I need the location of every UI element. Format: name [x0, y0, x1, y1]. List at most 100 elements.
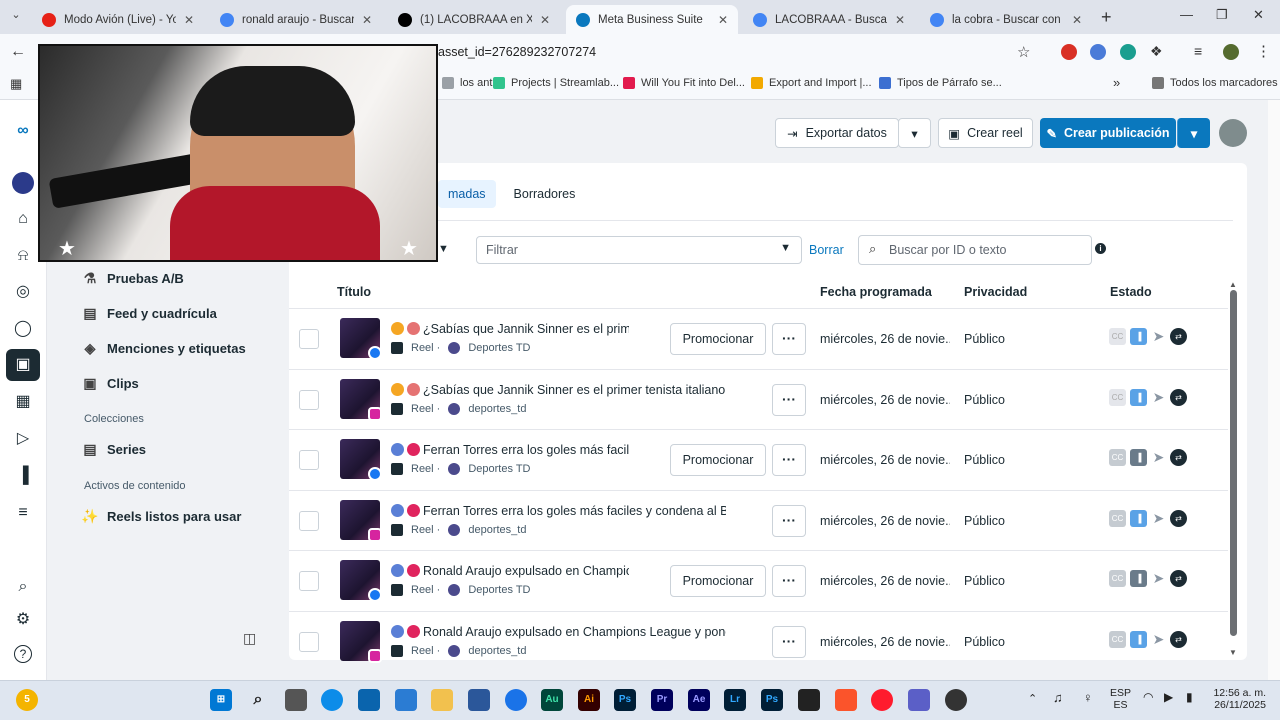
post-title[interactable]: ¿Sabías que Jannik Sinner es el primer t…: [391, 322, 629, 336]
post-title[interactable]: Ferran Torres erra los goles más faciles…: [391, 503, 726, 518]
export-data-button[interactable]: ⇥ Exportar datos: [775, 118, 899, 148]
browser-tab[interactable]: Meta Business Suite ✕: [566, 5, 738, 34]
page-scrollbar[interactable]: [1268, 100, 1280, 680]
minimize-button[interactable]: —: [1180, 7, 1193, 22]
boost-rocket-icon[interactable]: ➤: [1150, 570, 1167, 587]
more-options-button[interactable]: ···: [772, 504, 806, 537]
boost-rocket-icon[interactable]: ➤: [1150, 389, 1167, 406]
calendar-icon[interactable]: ▦: [12, 391, 34, 413]
column-header-date[interactable]: Fecha programada: [820, 285, 932, 299]
create-post-button[interactable]: ✎ Crear publicación: [1040, 118, 1176, 148]
table-row[interactable]: Ronald Araujo expulsado en Champions Le.…: [289, 550, 1228, 611]
audition-icon[interactable]: Au: [541, 689, 563, 711]
filter-dropdown[interactable]: Filtrar ▼: [476, 236, 802, 264]
notifications-bell-icon[interactable]: ⍾: [12, 245, 34, 267]
post-title[interactable]: Ferran Torres erra los goles más faciles…: [391, 443, 629, 457]
meta-logo-icon[interactable]: ∞: [12, 120, 34, 142]
captions-icon[interactable]: CC: [1109, 388, 1126, 406]
promote-button[interactable]: Promocionar: [670, 565, 766, 598]
capcut-icon[interactable]: [798, 689, 820, 711]
browser-tab[interactable]: (1) LACOBRAAA en X: "Este ✕: [388, 5, 560, 34]
row-checkbox[interactable]: [299, 329, 319, 349]
premiere-icon[interactable]: Pr: [651, 689, 673, 711]
new-tab-button[interactable]: +: [1101, 7, 1112, 28]
column-header-title[interactable]: Título: [337, 285, 371, 299]
nav-item[interactable]: ◈ Menciones y etiquetas: [81, 339, 246, 357]
inbox-chat-icon[interactable]: ◯: [12, 318, 34, 340]
insights-chart-icon[interactable]: ▐: [12, 465, 34, 487]
search-icon[interactable]: ⌕: [247, 689, 269, 711]
extension-teal-icon[interactable]: [1120, 44, 1136, 60]
close-tab-icon[interactable]: ✕: [540, 13, 550, 27]
weather-widget-icon[interactable]: 5: [16, 689, 38, 711]
nav-item[interactable]: ▣ Clips: [81, 374, 138, 392]
status-globe-icon[interactable]: ⇄: [1170, 328, 1187, 345]
audio-icon[interactable]: ▐: [1130, 509, 1147, 527]
promote-button[interactable]: Promocionar: [670, 323, 766, 355]
post-title[interactable]: Ronald Araujo expulsado en Champions Lea…: [391, 625, 726, 639]
outlook-icon[interactable]: [358, 689, 380, 711]
target-icon[interactable]: ◎: [12, 281, 34, 303]
row-checkbox[interactable]: [299, 571, 319, 592]
nav-item-series[interactable]: ▤ Series: [81, 440, 146, 458]
start-windows-icon[interactable]: ⊞: [210, 689, 232, 711]
promote-button[interactable]: Promocionar: [670, 444, 766, 477]
account-avatar-icon[interactable]: [12, 172, 34, 194]
scroll-up-arrow-icon[interactable]: ▲: [1229, 280, 1237, 289]
boost-rocket-icon[interactable]: ➤: [1150, 631, 1167, 648]
close-window-button[interactable]: ✕: [1253, 7, 1264, 23]
clear-filters-link[interactable]: Borrar: [809, 243, 844, 257]
browser-tab[interactable]: ronald araujo - Buscar con ✕: [210, 5, 382, 34]
battery-icon[interactable]: ▮: [1186, 690, 1193, 704]
help-icon[interactable]: ?: [14, 645, 32, 663]
illustrator-icon[interactable]: Ai: [578, 689, 600, 711]
chrome-icon[interactable]: [505, 689, 527, 711]
volume-icon[interactable]: ▶: [1164, 690, 1173, 704]
extensions-puzzle-icon[interactable]: ❖: [1150, 43, 1163, 60]
row-checkbox[interactable]: [299, 632, 319, 652]
export-dropdown-button[interactable]: ▾: [898, 118, 931, 148]
all-tools-menu-icon[interactable]: ≡: [12, 502, 34, 524]
browser-menu-icon[interactable]: ⋮: [1256, 42, 1271, 60]
status-globe-icon[interactable]: ⇄: [1170, 631, 1187, 648]
speaker-icon[interactable]: ♫: [1053, 690, 1063, 705]
nav-item[interactable]: ▤ Feed y cuadrícula: [81, 304, 216, 322]
audio-icon[interactable]: ▐: [1130, 631, 1147, 648]
apps-grid-icon[interactable]: ▦: [10, 76, 22, 92]
table-row[interactable]: Ronald Araujo expulsado en Champions Lea…: [289, 611, 1228, 672]
post-title[interactable]: ¿Sabías que Jannik Sinner es el primer t…: [391, 382, 726, 397]
close-tab-icon[interactable]: ✕: [718, 13, 728, 27]
more-options-button[interactable]: ···: [772, 383, 806, 416]
table-row[interactable]: Ferran Torres erra los goles más faciles…: [289, 489, 1228, 551]
table-scrollbar[interactable]: [1230, 290, 1237, 636]
clock[interactable]: 12:56 a. m. 26/11/2025: [1210, 687, 1266, 711]
user-avatar[interactable]: [1219, 119, 1247, 147]
status-globe-icon[interactable]: ⇄: [1170, 388, 1187, 406]
profile-avatar-icon[interactable]: [1223, 44, 1239, 60]
status-globe-icon[interactable]: ⇄: [1170, 509, 1187, 527]
teams-icon[interactable]: [908, 689, 930, 711]
search-input[interactable]: ⌕ Buscar por ID o texto: [858, 235, 1092, 265]
row-checkbox[interactable]: [299, 389, 319, 410]
lightroom-icon[interactable]: Lr: [724, 689, 746, 711]
obs-icon[interactable]: [945, 689, 967, 711]
bookmark-item[interactable]: Projects | Streamlab...: [493, 77, 619, 89]
more-options-button[interactable]: ···: [772, 323, 806, 355]
close-tab-icon[interactable]: ✕: [1072, 13, 1082, 27]
captions-icon[interactable]: CC: [1109, 449, 1126, 467]
boost-rocket-icon[interactable]: ➤: [1150, 449, 1167, 466]
more-options-button[interactable]: ···: [772, 444, 806, 477]
boost-rocket-icon[interactable]: ➤: [1150, 510, 1167, 527]
close-tab-icon[interactable]: ✕: [895, 13, 905, 27]
info-icon[interactable]: i: [1095, 243, 1106, 254]
browser-tab[interactable]: LACOBRAAA - Buscar con ✕: [743, 5, 915, 34]
table-row[interactable]: ¿Sabías que Jannik Sinner es el primer t…: [289, 368, 1228, 430]
opera-icon[interactable]: [871, 689, 893, 711]
status-globe-icon[interactable]: ⇄: [1170, 449, 1187, 467]
nav-item[interactable]: ⚗ Pruebas A/B: [81, 269, 184, 287]
captions-icon[interactable]: CC: [1109, 631, 1126, 648]
task-view-icon[interactable]: [285, 689, 307, 711]
content-icon[interactable]: ▣: [12, 354, 34, 376]
column-header-privacy[interactable]: Privacidad: [964, 285, 1027, 299]
bookmark-item[interactable]: Export and Import |...: [751, 77, 872, 89]
